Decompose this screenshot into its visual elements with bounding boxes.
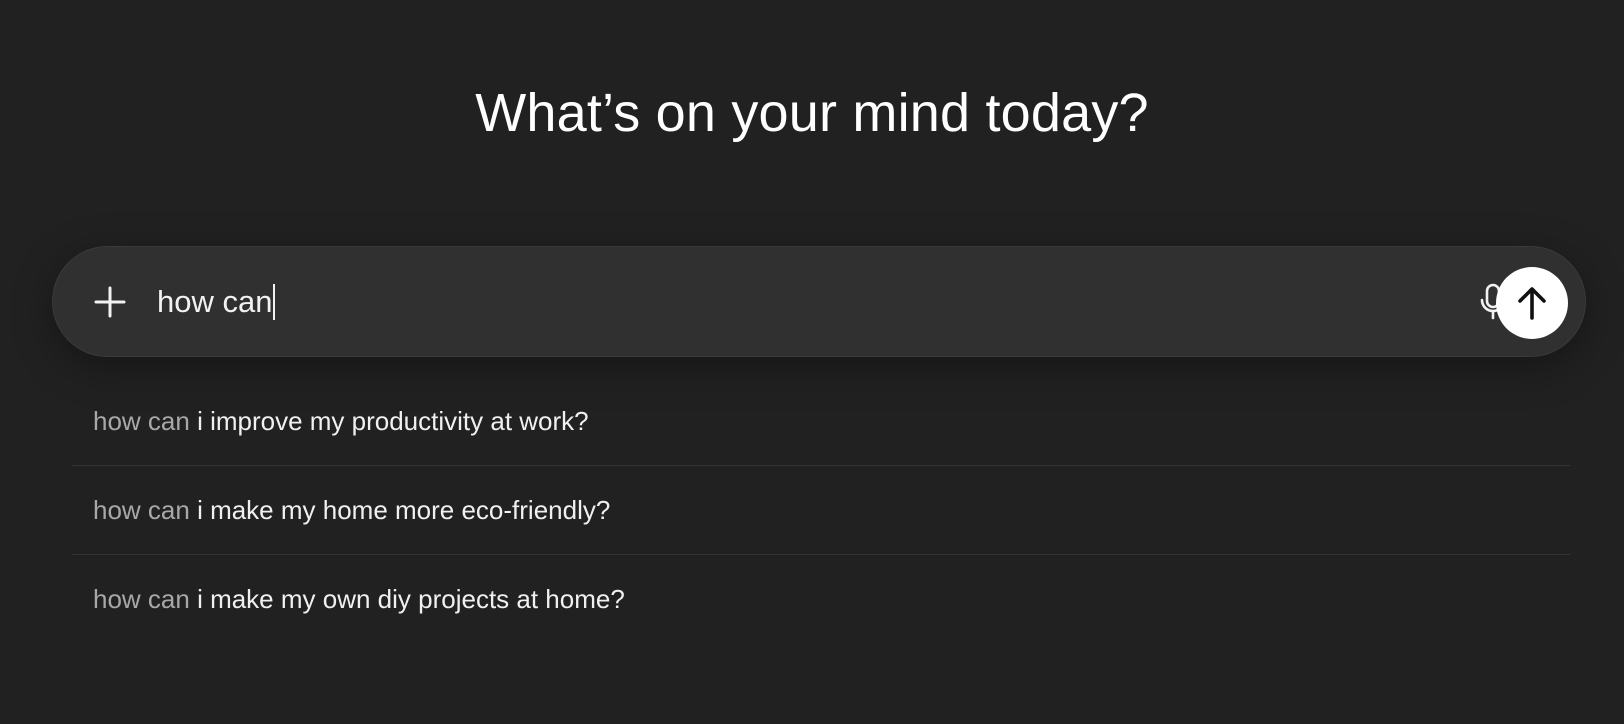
arrow-up-icon: [1518, 287, 1546, 320]
suggestion-completion: i improve my productivity at work?: [189, 405, 589, 436]
page-heading: What’s on your mind today?: [475, 83, 1149, 143]
prompt-composer: how can: [52, 246, 1586, 357]
suggestion-prefix: how can: [93, 494, 190, 525]
suggestion-prefix: how can: [93, 584, 190, 614]
suggestion-item[interactable]: how can i improve my productivity at wor…: [72, 377, 1570, 466]
plus-icon: [94, 286, 126, 318]
send-button[interactable]: [1496, 267, 1568, 339]
suggestion-item[interactable]: how can i make my own diy projects at ho…: [72, 555, 1570, 644]
attach-button[interactable]: [89, 281, 131, 323]
suggestion-completion: i make my own diy projects at home?: [189, 584, 625, 614]
prompt-input-value: how can: [157, 284, 273, 319]
suggestion-prefix: how can: [93, 405, 190, 436]
prompt-input[interactable]: how can: [157, 273, 1357, 331]
suggestion-item[interactable]: how can i make my home more eco-friendly…: [72, 466, 1570, 555]
text-caret: [273, 284, 276, 320]
suggestion-list: how can i improve my productivity at wor…: [72, 377, 1570, 644]
suggestion-completion: i make my home more eco-friendly?: [189, 494, 611, 525]
